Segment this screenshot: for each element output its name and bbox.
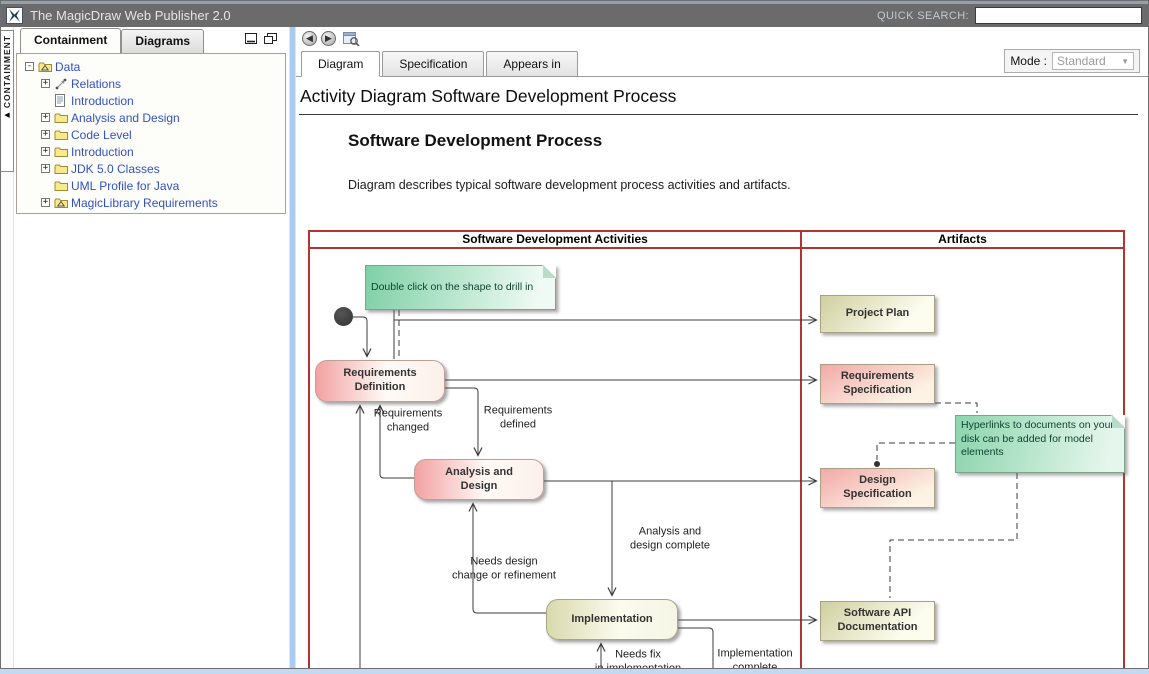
tree-expander-icon[interactable]: + — [41, 113, 50, 122]
tree-item-label: Code Level — [71, 128, 132, 142]
minimize-panel-icon[interactable] — [245, 33, 257, 44]
activity-analysis-and-design[interactable]: Analysis and Design — [414, 459, 544, 500]
cascade-panels-icon[interactable] — [264, 33, 277, 44]
edge-implementation-complete — [678, 628, 713, 668]
app-window: The MagicDraw Web Publisher 2.0 QUICK SE… — [0, 0, 1149, 669]
content-pane: ◀ ▶ Diagram Specification Appears in Mod… — [296, 27, 1148, 668]
relations-icon — [54, 78, 71, 90]
tree-item-jdk-5-0-classes[interactable]: + JDK 5.0 Classes — [17, 160, 285, 177]
tab-appears-in[interactable]: Appears in — [486, 51, 577, 77]
title-rule — [299, 114, 1138, 115]
mode-value: Standard — [1057, 54, 1106, 68]
tree-expander-icon[interactable]: + — [41, 130, 50, 139]
page-title: Activity Diagram Software Development Pr… — [300, 86, 676, 107]
tree-item-label: MagicLibrary Requirements — [71, 196, 218, 210]
edge-label-analysis-and-design-complete: Analysis and design complete — [630, 525, 710, 554]
anchor-pin-dot — [874, 461, 880, 467]
folder-icon — [54, 146, 71, 158]
edge-label-requirements-changed: Requirements changed — [374, 407, 442, 436]
quick-search-input[interactable] — [975, 7, 1142, 24]
edge-label-implementation-complete: Implementation complete — [717, 647, 792, 668]
tree-item-relations[interactable]: + Relations — [17, 75, 285, 92]
containment-tree: - Data + Relations Introduction + Analysis and… — [16, 53, 286, 214]
tree-item-label: JDK 5.0 Classes — [71, 162, 160, 176]
tree-expander-icon[interactable]: + — [41, 147, 50, 156]
containment-collapse-label: CONTAINMENT — [2, 35, 12, 108]
tab-containment[interactable]: Containment — [20, 28, 121, 53]
main-tab-strip: Diagram Specification Appears in Mode : … — [296, 51, 1148, 77]
tree-item-label: UML Profile for Java — [71, 179, 179, 193]
collapse-arrow-icon: ◀ — [4, 111, 9, 119]
mode-label: Mode : — [1010, 54, 1047, 68]
tree-item-label: Data — [55, 60, 80, 74]
back-button[interactable]: ◀ — [302, 31, 317, 46]
anchor-reqspec-to-note2 — [935, 403, 977, 413]
tree-item-code-level[interactable]: + Code Level — [17, 126, 285, 143]
tree-expander-icon[interactable]: + — [41, 198, 50, 207]
tree-item-label: Analysis and Design — [71, 111, 180, 125]
tree-item-analysis-and-design[interactable]: + Analysis and Design — [17, 109, 285, 126]
sidebar: Containment Diagrams - Data + Relations Intr… — [14, 27, 289, 668]
tree-item-magiclibrary-requirements[interactable]: + MagicLibrary Requirements — [17, 194, 285, 211]
edge-requirements-defined — [445, 388, 478, 455]
note-drill-in: Double click on the shape to drill in — [365, 265, 556, 310]
edge-label-needs-design-change-or-refinement: Needs design change or refinement — [452, 555, 556, 584]
diagram-description: Diagram describes typical software devel… — [348, 178, 791, 192]
mode-select[interactable]: Standard ▼ — [1052, 52, 1134, 70]
folder-icon — [54, 163, 71, 175]
activity-diagram: Software Development Activities Artifact… — [308, 230, 1125, 668]
edge-initial-to-requirements — [353, 317, 367, 356]
note-hyperlinks: Hyperlinks to documents on your disk can… — [955, 415, 1125, 473]
containment-collapse-tab[interactable]: CONTAINMENT ◀ — [1, 30, 14, 172]
nav-toolbar: ◀ ▶ — [302, 31, 360, 46]
forward-button[interactable]: ▶ — [321, 31, 336, 46]
initial-node[interactable] — [334, 307, 353, 326]
title-bar: The MagicDraw Web Publisher 2.0 QUICK SE… — [1, 1, 1148, 27]
tree-item-introduction[interactable]: + Introduction — [17, 143, 285, 160]
artifact-design-specification[interactable]: Design Specification — [820, 468, 935, 508]
tree-expander-icon[interactable]: + — [41, 164, 50, 173]
package-icon — [54, 197, 71, 209]
anchor-note2-to-designspec — [877, 443, 955, 460]
artifact-project-plan[interactable]: Project Plan — [820, 295, 935, 333]
chevron-down-icon: ▼ — [1121, 57, 1129, 66]
tree-item-introduction[interactable]: Introduction — [17, 92, 285, 109]
note-hyperlinks-text: Hyperlinks to documents on your disk can… — [961, 419, 1114, 458]
splitter[interactable] — [289, 27, 296, 668]
quick-search-label: QUICK SEARCH: — [877, 10, 969, 22]
folder-icon — [54, 180, 71, 192]
tab-specification[interactable]: Specification — [382, 51, 484, 77]
note-drill-in-text: Double click on the shape to drill in — [371, 281, 533, 295]
tab-diagram[interactable]: Diagram — [301, 51, 380, 77]
mode-control: Mode : Standard ▼ — [1004, 49, 1140, 73]
tree-item-data[interactable]: - Data — [17, 58, 285, 75]
magicdraw-logo — [6, 7, 23, 24]
tree-item-label: Introduction — [71, 94, 134, 108]
tree-item-uml-profile-for-java[interactable]: UML Profile for Java — [17, 177, 285, 194]
tree-expander-icon[interactable]: - — [25, 62, 34, 71]
artifact-requirements-specification[interactable]: Requirements Specification — [820, 364, 935, 404]
tree-expander-icon[interactable]: + — [41, 79, 50, 88]
package-icon — [38, 61, 55, 73]
properties-search-icon[interactable] — [343, 31, 360, 46]
activity-requirements-definition[interactable]: Requirements Definition — [315, 360, 445, 402]
diagram-title: Software Development Process — [348, 131, 602, 151]
tree-item-label: Introduction — [71, 145, 134, 159]
artifact-software-api-documentation[interactable]: Software API Documentation — [820, 601, 935, 641]
tab-diagrams[interactable]: Diagrams — [121, 29, 204, 53]
edge-label-requirements-defined: Requirements defined — [484, 404, 552, 433]
edge-label-needs-fix-in-implementation: Needs fix in implementation — [595, 648, 681, 668]
document-icon — [54, 94, 71, 107]
folder-icon — [54, 129, 71, 141]
left-collapse-strip: CONTAINMENT ◀ — [1, 27, 14, 668]
window-title: The MagicDraw Web Publisher 2.0 — [30, 8, 231, 23]
activity-implementation[interactable]: Implementation — [546, 599, 678, 640]
folder-icon — [54, 112, 71, 124]
tree-item-label: Relations — [71, 77, 121, 91]
